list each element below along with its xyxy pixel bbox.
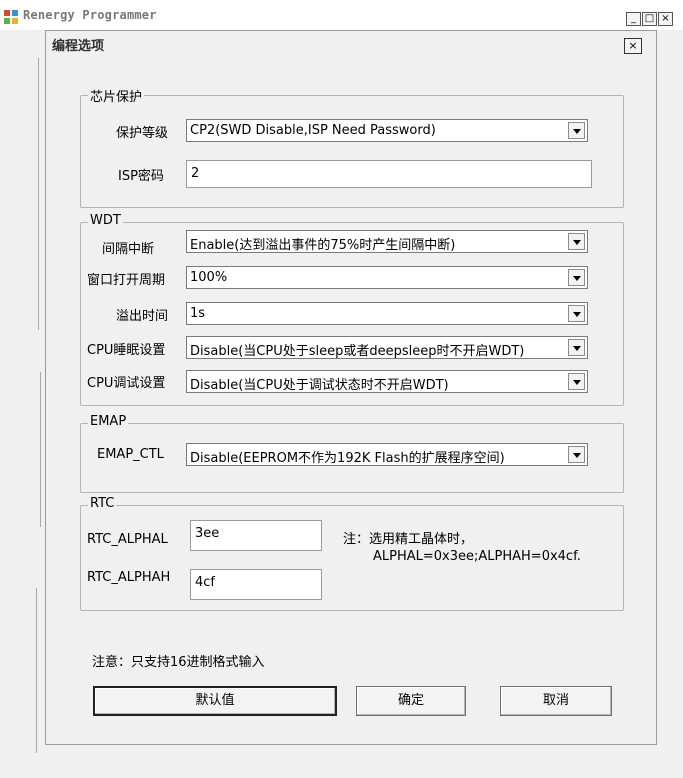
rtc-alphah-value: 4cf <box>195 575 215 590</box>
rtc-alphal-value: 3ee <box>195 526 220 541</box>
chevron-down-icon[interactable] <box>568 122 585 139</box>
cancel-button[interactable]: 取消 <box>500 686 612 716</box>
emap-ctl-select[interactable]: Disable(EEPROM不作为192K Flash的扩展程序空间) <box>186 443 588 466</box>
background-panel-edge <box>40 372 42 527</box>
isp-password-label: ISP密码 <box>118 169 164 184</box>
chevron-down-icon[interactable] <box>568 446 585 463</box>
emap-legend: EMAP <box>88 414 129 429</box>
emap-ctl-label: EMAP_CTL <box>97 447 164 462</box>
cpu-sleep-setting-label: CPU睡眠设置 <box>87 343 166 358</box>
rtc-note-line2: ALPHAL=0x3ee;ALPHAH=0x4cf. <box>373 549 581 564</box>
chevron-down-icon[interactable] <box>568 339 585 356</box>
rtc-legend: RTC <box>88 496 117 511</box>
chevron-down-icon[interactable] <box>568 305 585 322</box>
background-panel-edge <box>36 588 38 753</box>
minimize-button[interactable]: _ <box>626 12 641 26</box>
overflow-time-label: 溢出时间 <box>116 309 169 324</box>
window-open-period-select[interactable]: 100% <box>186 266 588 289</box>
chip-protection-legend: 芯片保护 <box>88 86 145 105</box>
rtc-note-line1: 注：选用精工晶体时， <box>343 532 474 547</box>
interval-interrupt-select[interactable]: Enable(达到溢出事件的75%时产生间隔中断) <box>186 230 588 253</box>
interval-interrupt-label: 间隔中断 <box>102 242 155 257</box>
rtc-alphal-label: RTC_ALPHAL <box>87 532 168 547</box>
ok-button[interactable]: 确定 <box>356 686 466 716</box>
hex-input-note: 注意：只支持16进制格式输入 <box>92 655 265 670</box>
cpu-debug-setting-label: CPU调试设置 <box>87 376 166 391</box>
rtc-alphah-input[interactable]: 4cf <box>190 569 322 600</box>
protection-level-select[interactable]: CP2(SWD Disable,ISP Need Password) <box>186 119 588 142</box>
chevron-down-icon[interactable] <box>568 373 585 390</box>
app-logo-icon <box>4 10 18 24</box>
chevron-down-icon[interactable] <box>568 233 585 250</box>
isp-password-input[interactable]: 2 <box>186 160 592 188</box>
rtc-alphah-label: RTC_ALPHAH <box>87 570 171 585</box>
interval-interrupt-value: Enable(达到溢出事件的75%时产生间隔中断) <box>190 238 456 253</box>
maximize-button[interactable]: □ <box>642 12 657 26</box>
isp-password-value: 2 <box>191 166 200 181</box>
wdt-legend: WDT <box>88 213 123 228</box>
overflow-time-value: 1s <box>190 306 206 321</box>
protection-level-value: CP2(SWD Disable,ISP Need Password) <box>190 123 436 138</box>
dialog-close-button[interactable]: × <box>624 38 642 54</box>
cpu-debug-setting-select[interactable]: Disable(当CPU处于调试状态时不开启WDT) <box>186 370 588 393</box>
emap-ctl-value: Disable(EEPROM不作为192K Flash的扩展程序空间) <box>190 451 505 466</box>
rtc-alphal-input[interactable]: 3ee <box>190 520 322 551</box>
window-open-period-label: 窗口打开周期 <box>87 273 166 288</box>
overflow-time-select[interactable]: 1s <box>186 302 588 325</box>
cpu-sleep-setting-value: Disable(当CPU处于sleep或者deepsleep时不开启WDT) <box>190 344 525 359</box>
window-open-period-value: 100% <box>190 270 228 285</box>
app-close-button[interactable]: × <box>658 12 673 26</box>
cpu-debug-setting-value: Disable(当CPU处于调试状态时不开启WDT) <box>190 378 449 393</box>
default-values-button[interactable]: 默认值 <box>93 686 337 716</box>
chevron-down-icon[interactable] <box>568 269 585 286</box>
background-panel-edge <box>38 58 40 330</box>
chip-protection-group <box>80 95 624 208</box>
protection-level-label: 保护等级 <box>116 126 169 141</box>
dialog-title: 编程选项 <box>52 39 105 54</box>
app-title: Renergy Programmer <box>23 8 157 22</box>
cpu-sleep-setting-select[interactable]: Disable(当CPU处于sleep或者deepsleep时不开启WDT) <box>186 336 588 359</box>
